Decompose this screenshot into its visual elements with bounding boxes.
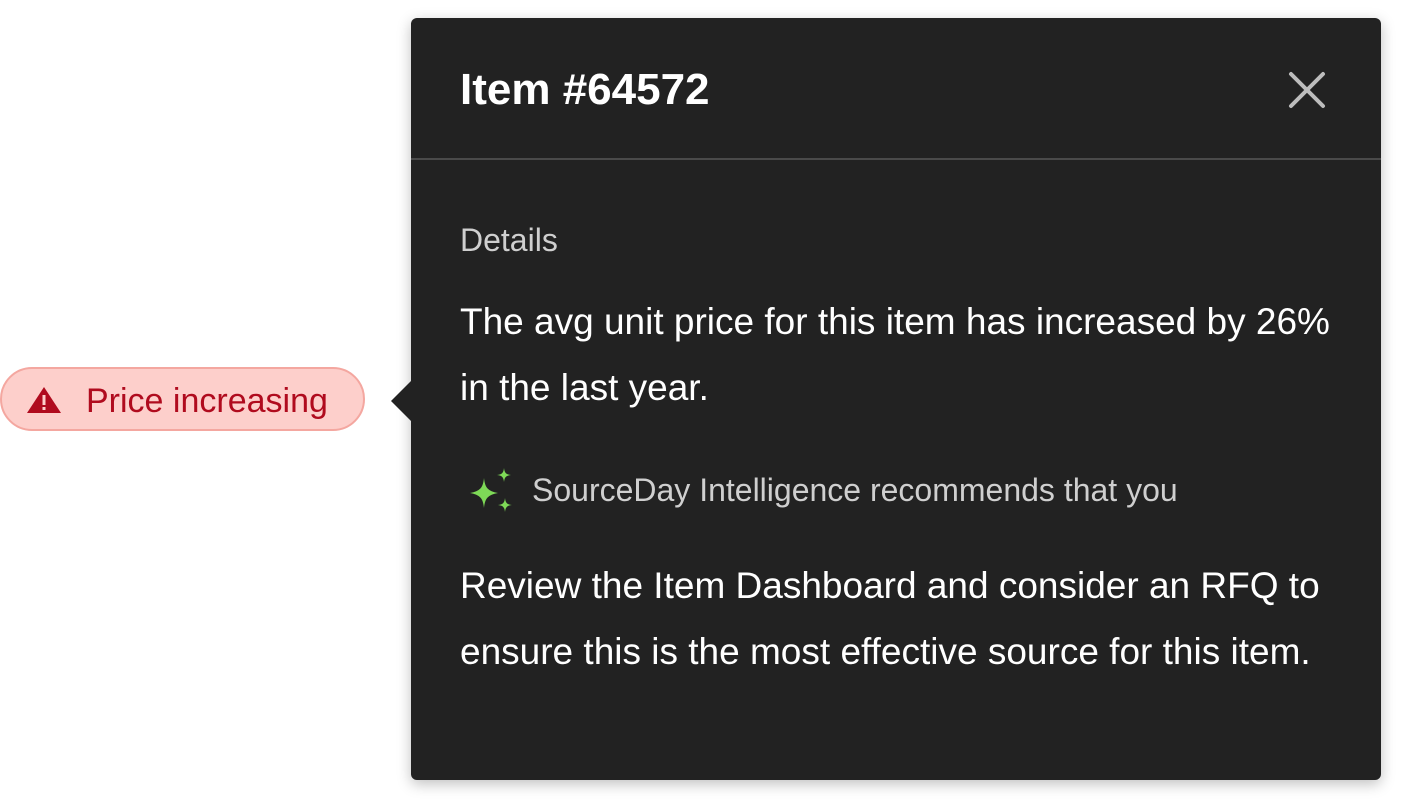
details-label: Details xyxy=(460,222,558,258)
recommendation-label: SourceDay Intelligence recommends that y… xyxy=(532,472,1178,508)
sparkle-icon xyxy=(462,468,516,518)
warning-triangle-icon xyxy=(26,386,62,414)
popover-title: Item #64572 xyxy=(460,65,710,114)
recommendation-text: Review the Item Dashboard and consider a… xyxy=(460,565,1320,672)
header-divider xyxy=(411,158,1381,160)
popover-caret xyxy=(391,381,411,421)
item-popover: Item #64572 Details The avg unit price f… xyxy=(391,18,1381,780)
details-text: The avg unit price for this item has inc… xyxy=(460,301,1330,408)
price-increasing-badge[interactable]: Price increasing xyxy=(0,367,365,431)
badge-label: Price increasing xyxy=(86,382,328,420)
close-icon xyxy=(1285,68,1329,112)
close-button[interactable] xyxy=(1285,68,1329,112)
